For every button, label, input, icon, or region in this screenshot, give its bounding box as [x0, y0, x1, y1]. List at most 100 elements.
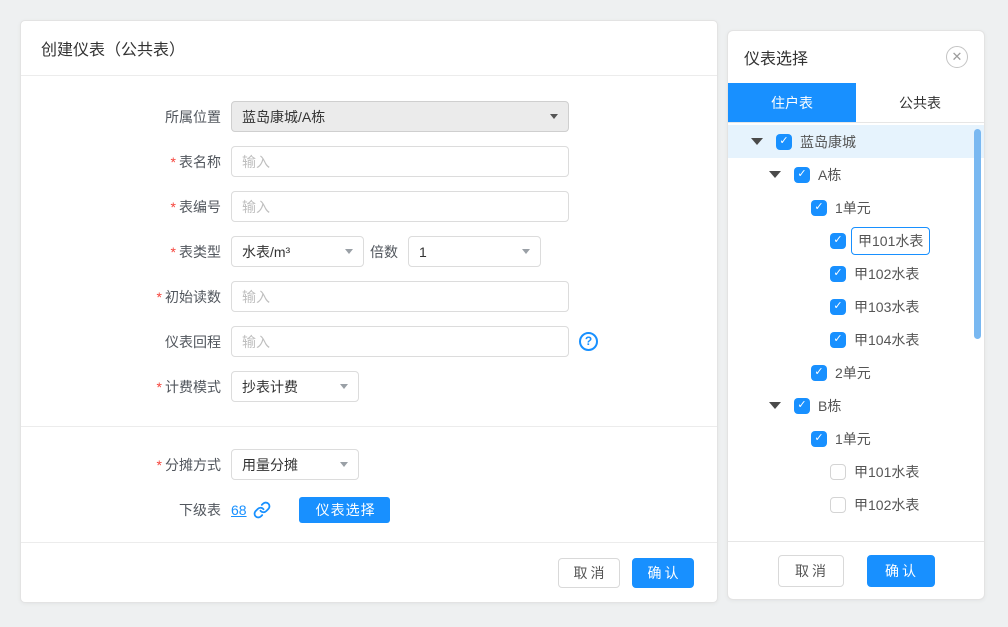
share-method-select[interactable]: 用量分摊 — [231, 449, 359, 480]
checkbox-checked[interactable]: ✓ — [811, 431, 827, 447]
cancel-button[interactable]: 取消 — [558, 558, 620, 588]
tree-node-label[interactable]: 甲103水表 — [854, 293, 919, 321]
tree-node-label[interactable]: 1单元 — [835, 425, 871, 453]
tree-node-label[interactable]: 2单元 — [835, 359, 871, 387]
tree-node-label[interactable]: 甲104水表 — [854, 326, 919, 354]
initial-reading-input[interactable] — [231, 281, 569, 312]
checkbox-unchecked[interactable] — [830, 464, 846, 480]
field-row-meter-no: *表编号 — [21, 191, 717, 222]
location-label: 所属位置 — [21, 107, 221, 127]
checkbox-checked[interactable]: ✓ — [830, 332, 846, 348]
tree-row: ✓ B栋 — [728, 389, 984, 422]
chevron-down-icon — [345, 249, 353, 254]
help-icon[interactable]: ? — [579, 332, 598, 351]
meter-name-input[interactable] — [231, 146, 569, 177]
form-section-main: 所属位置 蓝岛康城/A栋 *表名称 *表编号 *表类型 水表/m³ 倍数 1 — [21, 76, 717, 426]
location-value: 蓝岛康城/A栋 — [242, 107, 325, 127]
tree-node-label[interactable]: 甲102水表 — [854, 491, 919, 519]
multiplier-label: 倍数 — [364, 242, 398, 262]
required-mark: * — [157, 289, 162, 305]
sub-meter-count-link[interactable]: 68 — [231, 502, 247, 518]
required-mark: * — [171, 199, 176, 215]
meter-select-footer: 取消 确认 — [728, 541, 984, 599]
field-row-share-method: *分摊方式 用量分摊 — [21, 449, 717, 480]
checkbox-checked[interactable]: ✓ — [830, 233, 846, 249]
share-method-label: *分摊方式 — [21, 455, 221, 475]
tab-resident-meter[interactable]: 住户表 — [728, 83, 856, 122]
multiplier-value: 1 — [419, 244, 427, 260]
meter-select-button[interactable]: 仪表选择 — [299, 497, 390, 523]
checkbox-checked[interactable]: ✓ — [811, 200, 827, 216]
field-row-location: 所属位置 蓝岛康城/A栋 — [21, 101, 717, 132]
tree-node-label[interactable]: 甲102水表 — [854, 260, 919, 288]
field-row-meter-name: *表名称 — [21, 146, 717, 177]
tree-expand-arrow-icon[interactable] — [769, 402, 781, 409]
meter-no-input[interactable] — [231, 191, 569, 222]
meter-type-select[interactable]: 水表/m³ — [231, 236, 364, 267]
initial-reading-label: *初始读数 — [21, 287, 221, 307]
multiplier-select[interactable]: 1 — [408, 236, 541, 267]
chevron-down-icon — [522, 249, 530, 254]
meter-type-label: *表类型 — [21, 242, 221, 262]
tree-node-label[interactable]: A栋 — [818, 161, 841, 189]
tree-row: ✓ 甲102水表 — [728, 257, 984, 290]
meter-type-value: 水表/m³ — [242, 242, 290, 262]
tree-node-label[interactable]: 甲101水表 — [851, 227, 930, 255]
billing-mode-select[interactable]: 抄表计费 — [231, 371, 359, 402]
meter-tree: ✓ 蓝岛康城 ✓ A栋 ✓ 1单元 ✓ 甲101水表 ✓ 甲102水表 ✓ 甲103水表 ✓ 甲104水表… — [728, 123, 984, 543]
tab-public-meter[interactable]: 公共表 — [856, 83, 984, 122]
checkbox-checked[interactable]: ✓ — [830, 266, 846, 282]
tree-row: ✓ 甲103水表 — [728, 290, 984, 323]
chevron-down-icon — [340, 462, 348, 467]
chevron-down-icon — [550, 114, 558, 119]
checkbox-checked[interactable]: ✓ — [811, 365, 827, 381]
meter-select-dialog: 仪表选择 ✕ 住户表 公共表 ✓ 蓝岛康城 ✓ A栋 ✓ 1单元 ✓ 甲101水表 ✓ 甲102水… — [727, 30, 985, 600]
meter-select-title: 仪表选择 — [744, 45, 808, 69]
field-row-billing-mode: *计费模式 抄表计费 — [21, 371, 717, 402]
tree-row: ✓ 蓝岛康城 — [728, 125, 984, 158]
share-method-value: 用量分摊 — [242, 455, 298, 475]
billing-mode-label: *计费模式 — [21, 377, 221, 397]
meter-backhaul-input[interactable] — [231, 326, 569, 357]
link-icon[interactable] — [253, 501, 271, 519]
tree-node-label[interactable]: 甲101水表 — [854, 458, 919, 486]
billing-mode-value: 抄表计费 — [242, 377, 298, 397]
tree-row: ✓ 2单元 — [728, 356, 984, 389]
tree-node-label[interactable]: 蓝岛康城 — [800, 128, 856, 156]
sub-meter-label: 下级表 — [21, 500, 221, 520]
required-mark: * — [171, 154, 176, 170]
tree-row: ✓ 甲101水表 — [728, 224, 984, 257]
tree-node-label[interactable]: 1单元 — [835, 194, 871, 222]
field-row-meter-type: *表类型 水表/m³ 倍数 1 — [21, 236, 717, 267]
checkbox-checked[interactable]: ✓ — [794, 398, 810, 414]
tree-row: ✓ 1单元 — [728, 191, 984, 224]
required-mark: * — [171, 244, 176, 260]
checkbox-checked[interactable]: ✓ — [794, 167, 810, 183]
checkbox-unchecked[interactable] — [830, 497, 846, 513]
field-row-meter-backhaul: 仪表回程 ? — [21, 326, 717, 357]
tree-row: ✓ A栋 — [728, 158, 984, 191]
tree-row: 甲102水表 — [728, 488, 984, 521]
create-meter-dialog: 创建仪表（公共表） 所属位置 蓝岛康城/A栋 *表名称 *表编号 *表类型 水表… — [20, 20, 718, 603]
field-row-sub-meter: 下级表 68 仪表选择 — [21, 497, 717, 523]
tree-row: 甲101水表 — [728, 455, 984, 488]
tree-row: ✓ 甲104水表 — [728, 323, 984, 356]
checkbox-checked[interactable]: ✓ — [776, 134, 792, 150]
checkbox-checked[interactable]: ✓ — [830, 299, 846, 315]
dialog-footer: 取消 确认 — [21, 542, 717, 602]
form-section-share: *分摊方式 用量分摊 下级表 68 仪表选择 — [21, 426, 717, 544]
meter-no-label: *表编号 — [21, 197, 221, 217]
location-select[interactable]: 蓝岛康城/A栋 — [231, 101, 569, 132]
tree-node-label[interactable]: B栋 — [818, 392, 841, 420]
tree-row: ✓ 1单元 — [728, 422, 984, 455]
tree-expand-arrow-icon[interactable] — [769, 171, 781, 178]
close-icon[interactable]: ✕ — [946, 46, 968, 68]
cancel-button[interactable]: 取消 — [778, 555, 844, 587]
chevron-down-icon — [340, 384, 348, 389]
required-mark: * — [157, 379, 162, 395]
tree-expand-arrow-icon[interactable] — [751, 138, 763, 145]
required-mark: * — [157, 457, 162, 473]
scrollbar-thumb[interactable] — [974, 129, 981, 339]
confirm-button[interactable]: 确认 — [632, 558, 694, 588]
confirm-button[interactable]: 确认 — [867, 555, 935, 587]
